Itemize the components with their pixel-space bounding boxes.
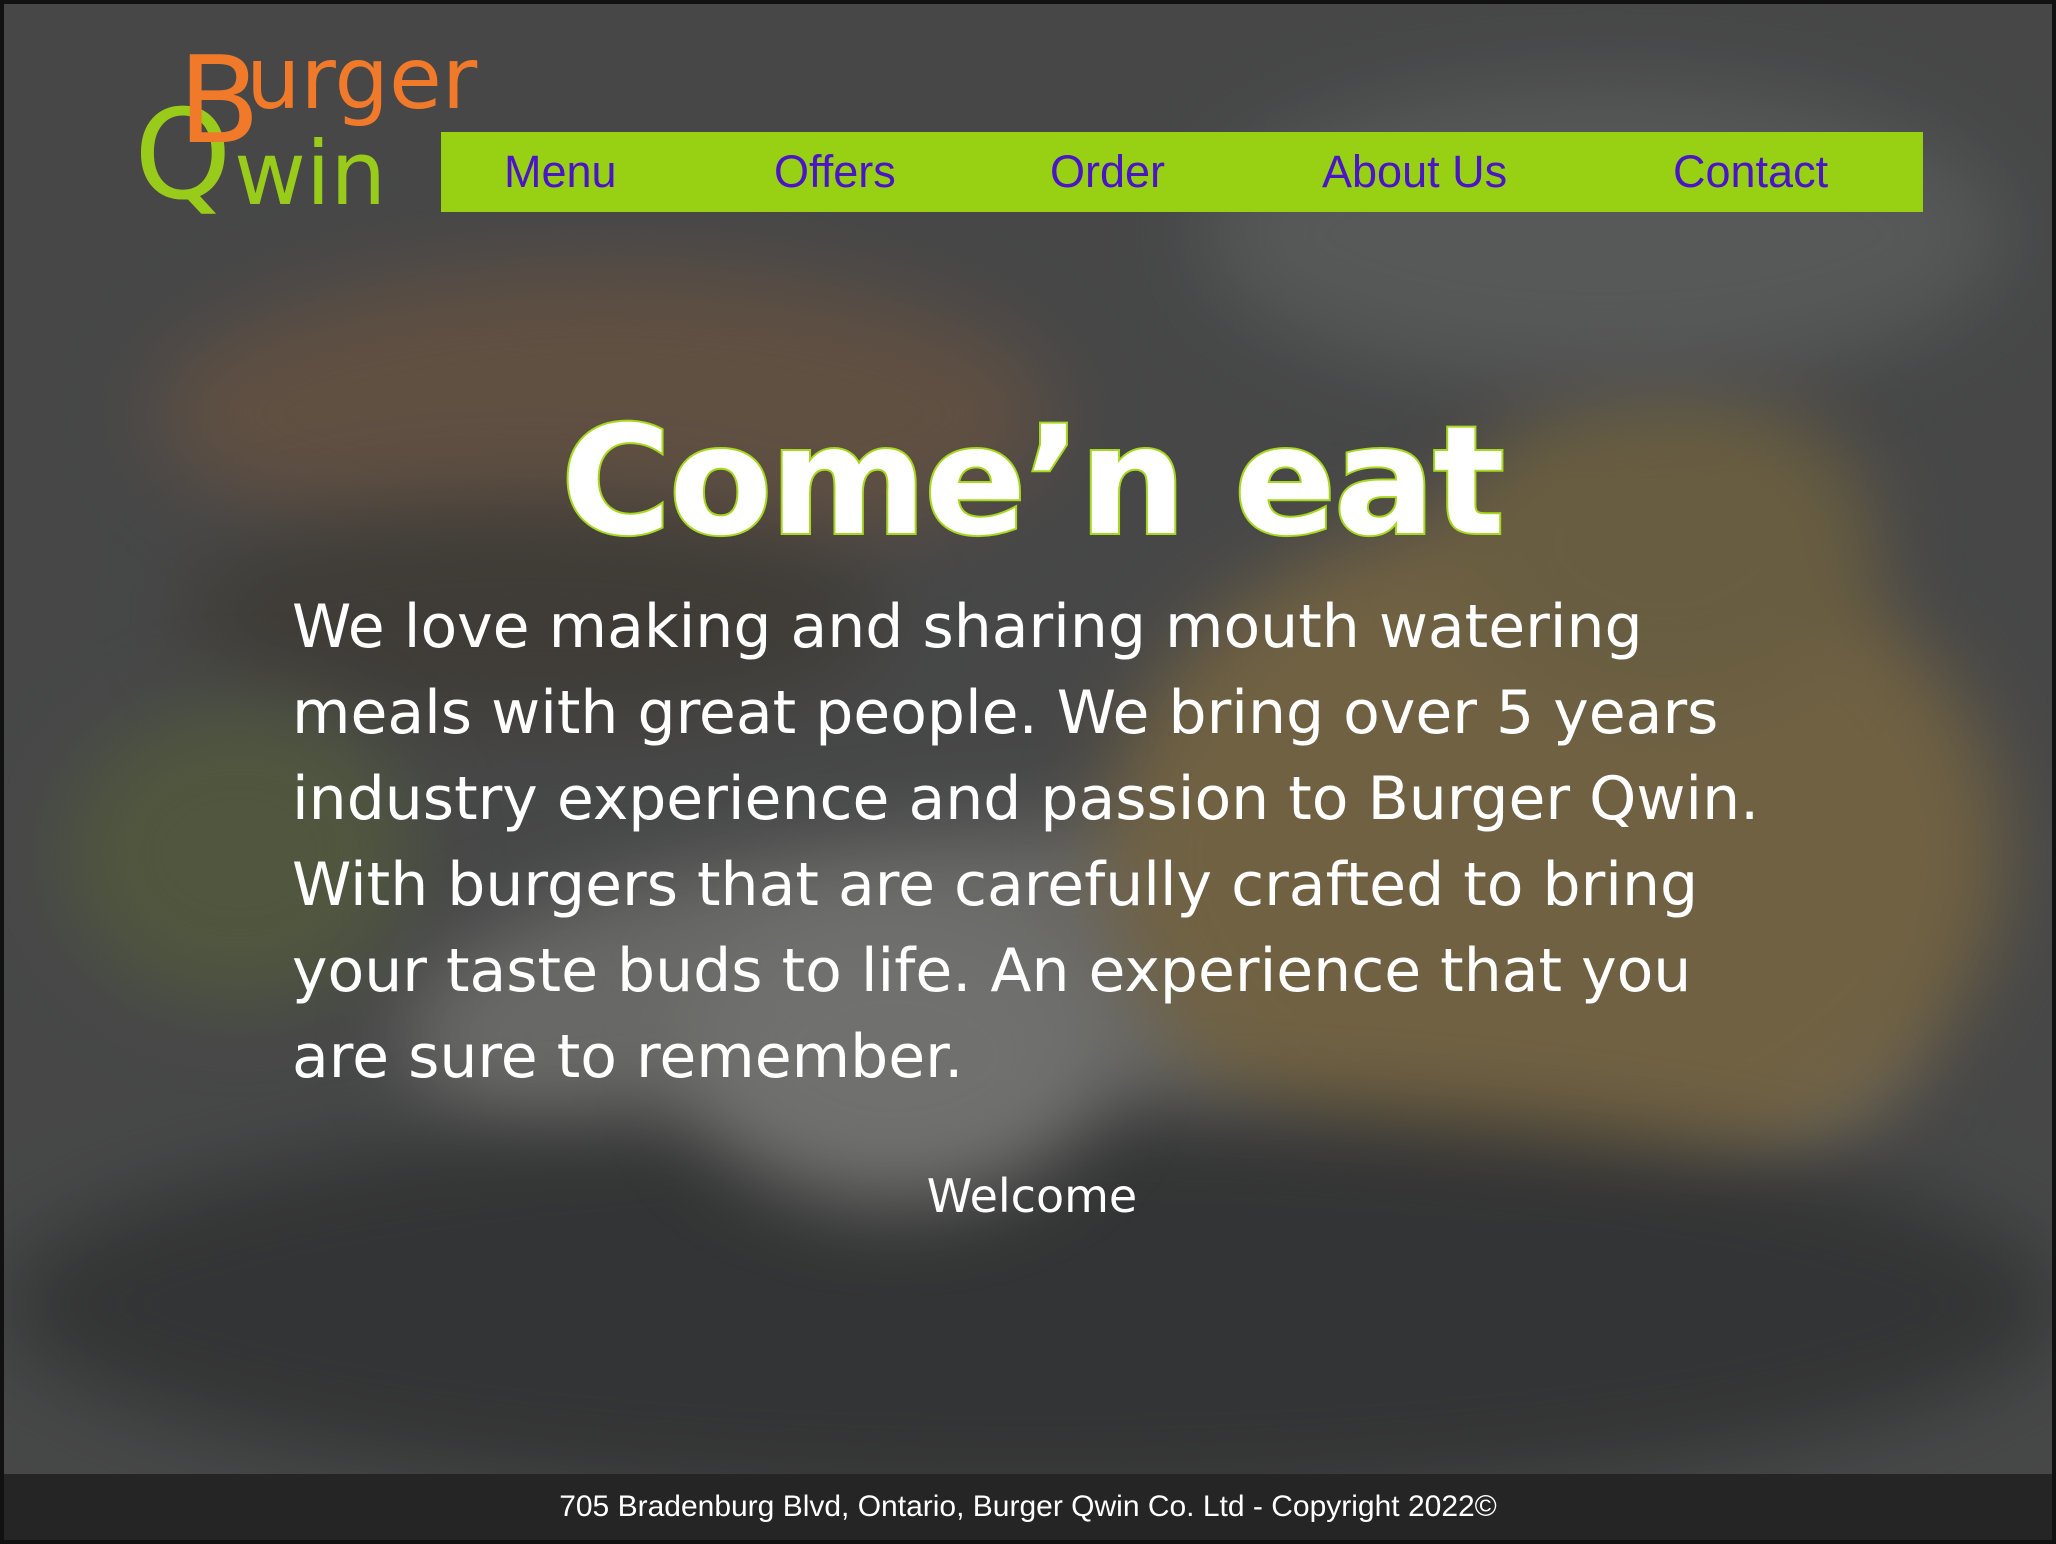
logo-word-burger: urger (246, 29, 478, 129)
page-footer: 705 Bradenburg Blvd, Ontario, Burger Qwi… (4, 1474, 2052, 1540)
nav-item-menu[interactable]: Menu (504, 132, 617, 212)
page-frame: Q B urger win Menu Offers Order About Us… (0, 0, 2056, 1544)
nav-item-order[interactable]: Order (1050, 132, 1165, 212)
intro-paragraph: We love making and sharing mouth waterin… (292, 592, 1760, 1092)
footer-copyright: 705 Bradenburg Blvd, Ontario, Burger Qwi… (559, 1490, 1497, 1523)
main-navigation: Menu Offers Order About Us Contact (441, 132, 1923, 212)
nav-item-contact[interactable]: Contact (1673, 132, 1828, 212)
nav-item-offers[interactable]: Offers (774, 132, 896, 212)
welcome-text: Welcome (926, 1169, 1138, 1223)
nav-item-about-us[interactable]: About Us (1322, 132, 1507, 212)
hero-headline: Come’n eat (559, 394, 1507, 569)
logo-word-qwin: win (234, 122, 387, 225)
